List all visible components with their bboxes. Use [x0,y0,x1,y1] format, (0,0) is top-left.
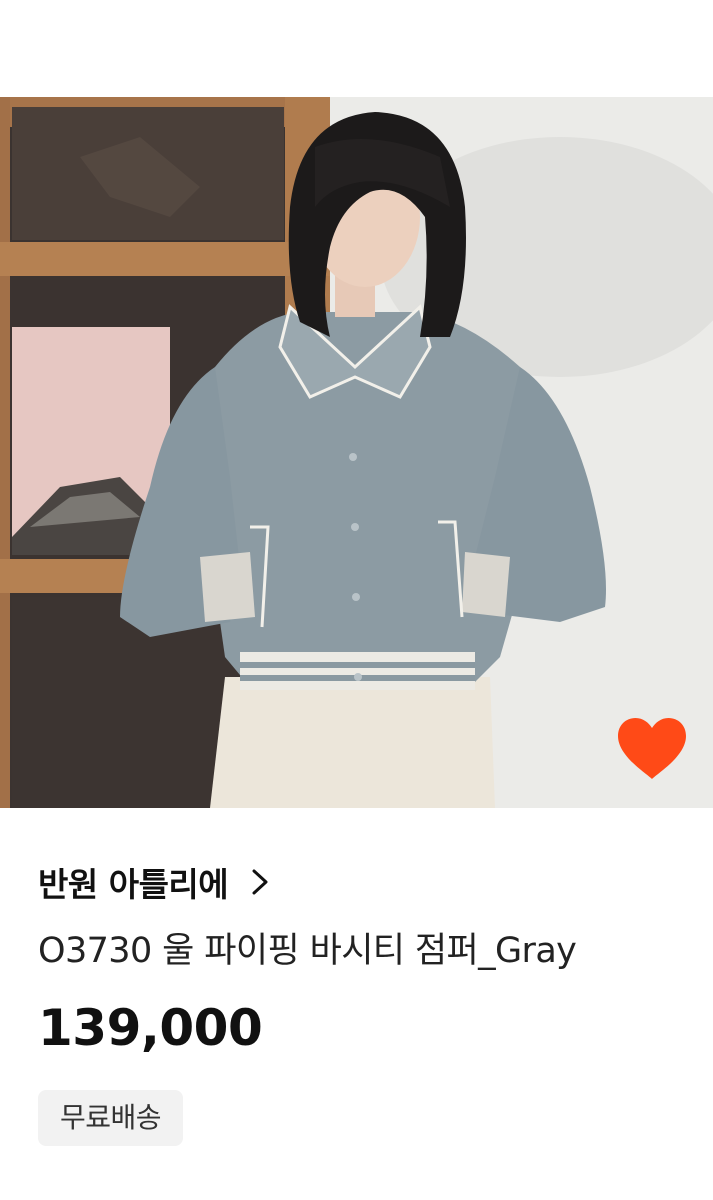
product-photo[interactable] [0,97,713,808]
free-shipping-badge: 무료배송 [38,1090,184,1146]
product-title[interactable]: O3730 울 파이핑 바시티 점퍼_Gray [38,928,693,974]
shop-name: 반원 아틀리에 [38,865,229,904]
product-card[interactable]: 반원 아틀리에 O3730 울 파이핑 바시티 점퍼_Gray 139,000 … [0,0,713,1200]
like-button[interactable] [616,716,688,782]
product-info: 반원 아틀리에 O3730 울 파이핑 바시티 점퍼_Gray 139,000 … [38,858,693,1146]
heart-icon [618,718,686,779]
shop-link[interactable]: 반원 아틀리에 [38,858,693,906]
chevron-right-icon [250,868,270,896]
product-price: 139,000 [38,999,263,1057]
